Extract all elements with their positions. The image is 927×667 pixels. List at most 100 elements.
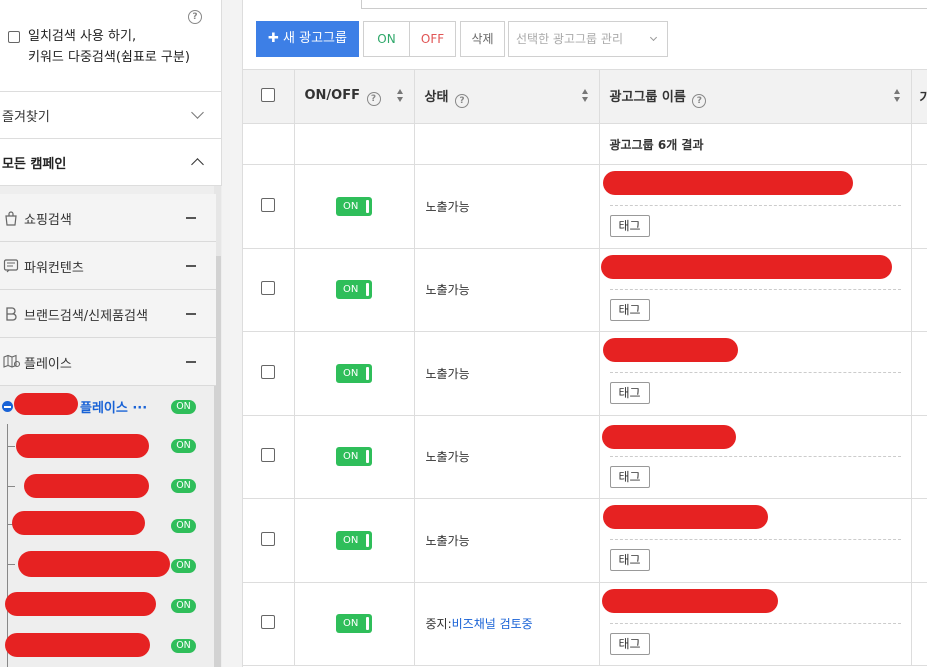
row-checkbox[interactable] <box>261 197 276 212</box>
sort-icon[interactable] <box>396 89 404 103</box>
delete-button[interactable]: 삭제 <box>460 21 505 57</box>
help-icon[interactable]: ? <box>692 93 707 108</box>
divider <box>609 455 901 457</box>
on-toggle[interactable]: ON <box>336 196 372 216</box>
campaign-type-powercontent[interactable]: 파워컨텐츠 <box>0 242 216 290</box>
row-checkbox[interactable] <box>261 615 276 630</box>
row-extra <box>911 582 927 666</box>
campaign-type-brand[interactable]: 브랜드검색/신제품검색 <box>0 290 216 338</box>
help-icon[interactable]: ? <box>366 91 381 106</box>
minus-icon[interactable] <box>186 361 196 363</box>
status-text: 노출가능 <box>425 366 470 381</box>
on-toggle[interactable]: ON <box>336 447 372 467</box>
off-button[interactable]: OFF <box>410 21 456 57</box>
redacted-campaign-name <box>14 393 78 415</box>
tag-button[interactable]: 태그 <box>609 215 650 237</box>
header-name-label: 광고그룹 이름 <box>609 89 686 105</box>
row-extra <box>911 331 927 416</box>
exact-search-checkbox[interactable] <box>8 31 20 43</box>
redacted-adgroup-name[interactable] <box>5 592 156 616</box>
place-map-icon <box>3 354 21 370</box>
tag-button[interactable]: 태그 <box>609 298 650 321</box>
result-count: 광고그룹 6개 결과 <box>599 123 912 165</box>
campaign-type-shopping[interactable]: 쇼핑검색 <box>0 194 216 242</box>
chevron-up-icon[interactable] <box>191 158 204 171</box>
campaign-type-label: 쇼핑검색 <box>24 213 72 228</box>
row-checkbox[interactable] <box>261 281 276 296</box>
on-toggle[interactable]: ON <box>336 280 372 300</box>
header-name[interactable]: 광고그룹 이름 ? <box>599 69 912 124</box>
row-check-cell <box>243 498 295 583</box>
on-button[interactable]: ON <box>363 21 410 57</box>
row-status: 노출가능 <box>414 248 600 332</box>
help-icon[interactable]: ? <box>188 10 202 24</box>
tree-branch <box>7 446 15 447</box>
sort-icon[interactable] <box>893 89 901 103</box>
redacted-adgroup-name[interactable] <box>601 588 778 613</box>
row-status: 노출가능 <box>414 164 600 249</box>
redacted-adgroup-name[interactable] <box>16 434 149 458</box>
redacted-adgroup-name[interactable] <box>12 511 145 535</box>
collapse-icon[interactable] <box>2 401 13 412</box>
select-all-cell <box>243 69 295 124</box>
minus-icon[interactable] <box>186 313 196 315</box>
row-extra <box>911 164 927 249</box>
top-tab-strip <box>361 0 927 9</box>
redacted-adgroup-name[interactable] <box>602 338 738 362</box>
row-checkbox[interactable] <box>261 448 276 463</box>
select-all-checkbox[interactable] <box>261 87 276 102</box>
status-link[interactable]: 비즈채널 검토중 <box>452 617 533 631</box>
all-campaigns-section[interactable]: 모든 캠페인 <box>0 139 222 186</box>
sort-icon[interactable] <box>581 89 589 103</box>
summary-row: 광고그룹 6개 결과 <box>243 123 927 165</box>
redacted-adgroup-name[interactable] <box>602 505 768 529</box>
campaign-type-place[interactable]: 플레이스 <box>0 338 216 386</box>
divider <box>609 205 901 206</box>
tag-button[interactable]: 태그 <box>609 465 650 488</box>
new-adgroup-button[interactable]: ✚ 새 광고그룹 <box>256 21 359 57</box>
redacted-adgroup-name[interactable] <box>5 633 150 657</box>
exact-search-line1: 일치검색 사용 하기, <box>28 29 137 44</box>
help-icon[interactable]: ? <box>454 93 469 108</box>
on-toggle[interactable]: ON <box>336 530 372 550</box>
row-onoff-cell: ON <box>294 164 415 249</box>
row-extra <box>911 415 927 499</box>
row-checkbox[interactable] <box>261 531 276 546</box>
on-toggle[interactable]: ON <box>336 614 372 634</box>
tag-button[interactable]: 태그 <box>609 382 650 404</box>
redacted-adgroup-name[interactable] <box>602 171 853 195</box>
redacted-adgroup-name[interactable] <box>24 474 149 498</box>
all-campaigns-label: 모든 캠페인 <box>2 157 67 172</box>
campaign-type-label: 브랜드검색/신제품검색 <box>24 309 148 324</box>
table-row: ON 노출가능 태그 <box>243 164 927 249</box>
tag-button[interactable]: 태그 <box>609 632 650 655</box>
header-status[interactable]: 상태 ? <box>414 69 600 124</box>
row-extra <box>911 248 927 332</box>
adgroup-panel: ✚ 새 광고그룹 ON OFF 삭제 선택한 광고그룹 관리 ON/OFF ? … <box>242 0 927 667</box>
minus-icon[interactable] <box>186 217 196 219</box>
chevron-down-icon[interactable] <box>191 106 204 119</box>
campaign-type-label: 플레이스 <box>24 357 72 372</box>
redacted-adgroup-name[interactable] <box>18 551 170 577</box>
row-check-cell <box>243 248 295 332</box>
favorites-section[interactable]: 즐겨찾기 <box>0 92 222 139</box>
status-text: 노출가능 <box>425 283 470 298</box>
selected-campaign-label[interactable]: 플레이스 ··· <box>80 397 147 416</box>
manage-selected-dropdown[interactable]: 선택한 광고그룹 관리 <box>508 21 668 57</box>
minus-icon[interactable] <box>186 265 196 267</box>
divider <box>609 288 901 290</box>
row-checkbox[interactable] <box>261 364 276 379</box>
redacted-adgroup-name[interactable] <box>600 254 892 279</box>
tree-branch <box>7 564 15 565</box>
header-onoff[interactable]: ON/OFF ? <box>294 69 415 124</box>
chevron-down-icon <box>649 33 658 42</box>
row-status: 중지:비즈채널 검토중 <box>414 582 600 666</box>
status-text: 노출가능 <box>425 450 470 465</box>
header-onoff-label: ON/OFF <box>304 87 361 103</box>
header-next-label: 가 <box>920 91 927 106</box>
header-next[interactable]: 가 <box>911 69 927 124</box>
campaign-sidebar: ? 일치검색 사용 하기, 키워드 다중검색(쉼표로 구분) 즐겨찾기 모든 캠… <box>0 0 222 667</box>
on-toggle[interactable]: ON <box>336 363 372 383</box>
redacted-adgroup-name[interactable] <box>601 424 736 449</box>
tag-button[interactable]: 태그 <box>609 549 650 571</box>
